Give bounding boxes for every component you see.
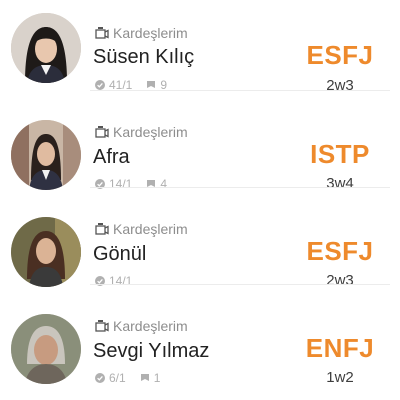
comment-icon [147, 81, 156, 88]
category-icon [95, 320, 109, 332]
comment-count: 1 [153, 371, 161, 385]
category-text: Kardeşlerim [113, 221, 188, 237]
category-label: Kardeşlerim [95, 24, 188, 42]
list-item[interactable]: Kardeşlerim Afra 14/1 4 ISTP 3w4 [0, 91, 400, 192]
enneagram-type: 1w2 [326, 369, 354, 386]
mbti-type: ESFJ [306, 236, 374, 266]
list-item[interactable]: Kardeşlerim Süsen Kılıç 41/1 9 ESFJ 2w3 [0, 0, 400, 94]
vote-check-icon [95, 373, 105, 383]
profile-name[interactable]: Gönül [93, 241, 146, 267]
category-label: Kardeşlerim [95, 317, 188, 335]
category-text: Kardeşlerim [113, 25, 188, 41]
category-icon [95, 223, 109, 235]
mbti-type: ESFJ [306, 40, 374, 70]
category-icon [95, 27, 109, 39]
person-portrait-icon [11, 217, 81, 287]
vote-check-icon [95, 80, 105, 90]
comment-icon [140, 374, 149, 381]
profile-name[interactable]: Sevgi Yılmaz [93, 338, 209, 364]
avatar[interactable] [11, 13, 81, 83]
mbti-type: ENFJ [305, 333, 375, 363]
avatar[interactable] [11, 120, 81, 190]
category-text: Kardeşlerim [113, 124, 188, 140]
profile-name[interactable]: Süsen Kılıç [93, 44, 194, 70]
profile-name[interactable]: Afra [93, 144, 130, 170]
avatar[interactable] [11, 217, 81, 287]
vote-count: 6/1 [109, 371, 126, 385]
category-icon [95, 126, 109, 138]
category-text: Kardeşlerim [113, 318, 188, 334]
list-item[interactable]: Kardeşlerim Gönül 14/1 ESFJ 2w3 [0, 188, 400, 289]
category-label: Kardeşlerim [95, 220, 188, 238]
list-item[interactable]: Kardeşlerim Sevgi Yılmaz 6/1 1 ENFJ 1w2 [0, 285, 400, 386]
profile-stats: 6/1 1 [95, 371, 160, 385]
person-portrait-icon [11, 314, 81, 384]
avatar[interactable] [11, 314, 81, 384]
person-portrait-icon [11, 13, 81, 83]
profile-list: Kardeşlerim Süsen Kılıç 41/1 9 ESFJ 2w3 [0, 0, 400, 400]
category-label: Kardeşlerim [95, 123, 188, 141]
mbti-type: ISTP [310, 139, 370, 169]
person-portrait-icon [11, 120, 81, 190]
